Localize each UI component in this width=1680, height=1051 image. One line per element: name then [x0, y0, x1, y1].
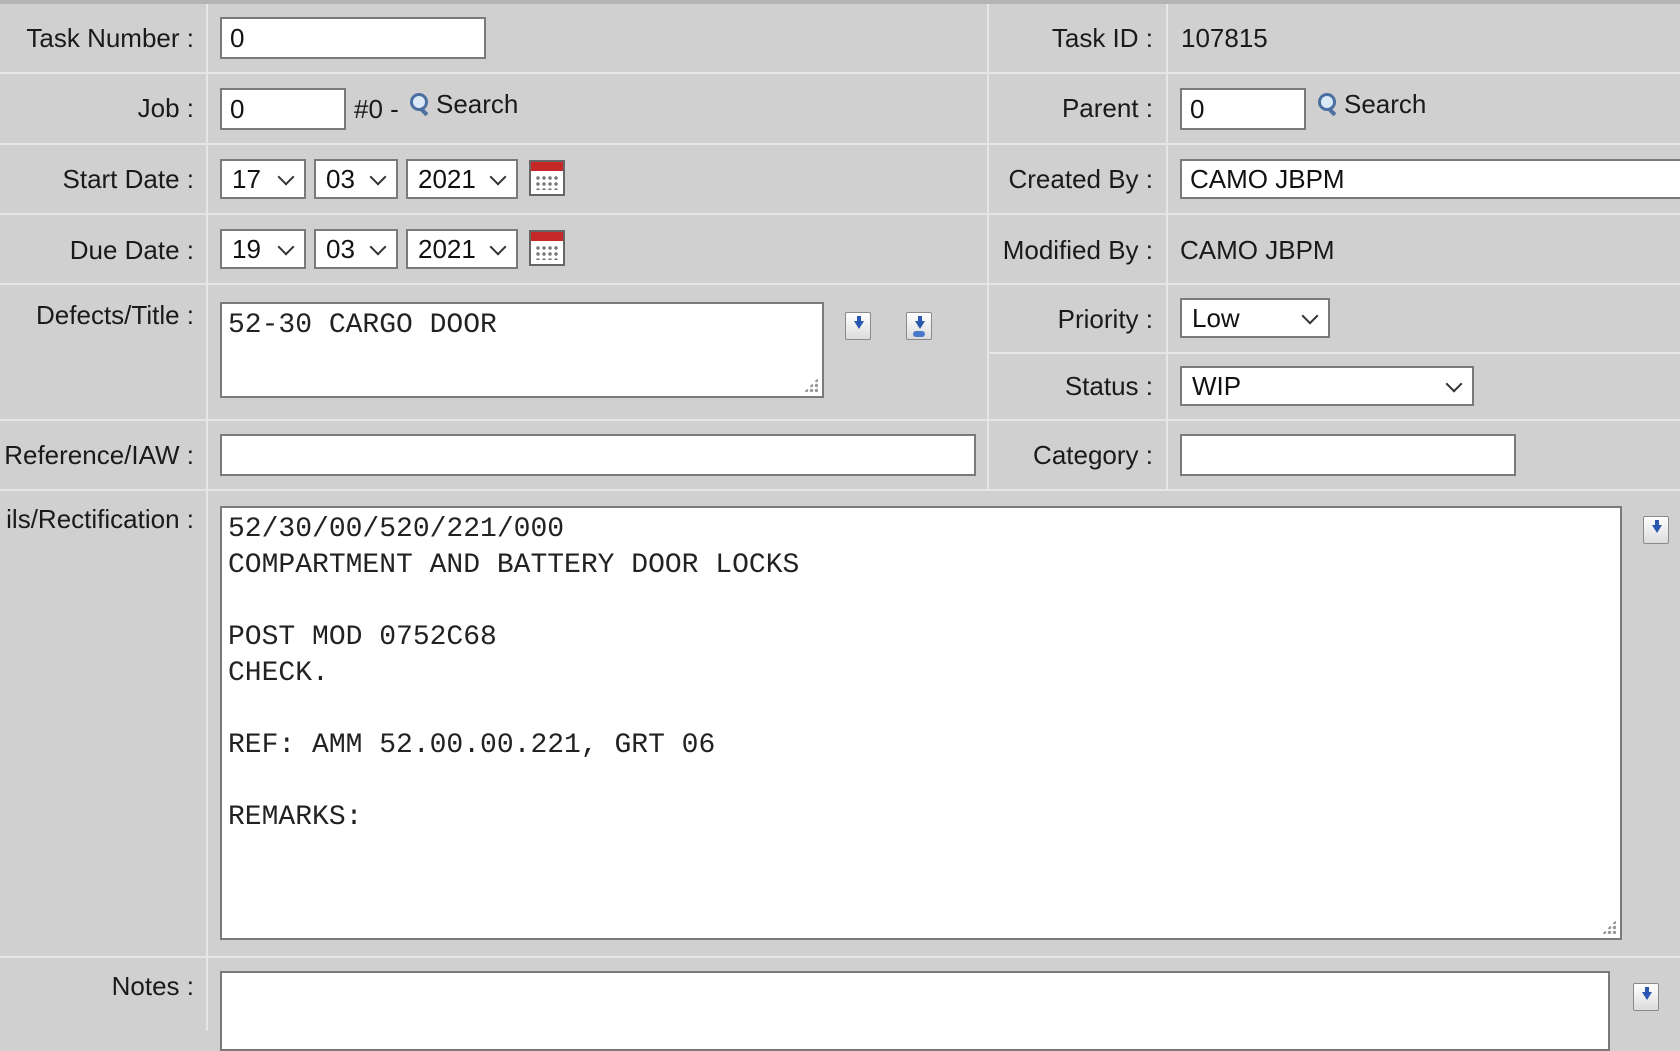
label-column-divider [206, 4, 208, 1031]
row-divider [0, 213, 1680, 215]
due-year-value: 2021 [418, 234, 476, 264]
insert-text-icon[interactable] [845, 312, 871, 340]
status-value: WIP [1192, 371, 1242, 401]
row-divider [988, 352, 1680, 354]
row-divider [0, 956, 1680, 958]
job-label: Job : [137, 93, 194, 123]
row-divider [0, 489, 1680, 491]
row-divider [0, 143, 1680, 145]
insert-text-icon[interactable] [1643, 516, 1669, 544]
start-day-value: 17 [232, 164, 261, 194]
parent-label: Parent : [1061, 93, 1153, 123]
start-month-select[interactable]: 03 [314, 159, 398, 199]
start-month-value: 03 [326, 164, 355, 194]
insert-template-icon[interactable] [906, 312, 932, 340]
chevron-down-icon [277, 168, 295, 186]
due-day-select[interactable]: 19 [220, 229, 306, 269]
priority-select[interactable]: Low [1180, 298, 1330, 338]
reference-input[interactable] [220, 434, 976, 476]
defects-title-text: 52-30 CARGO DOOR [228, 310, 497, 341]
status-label: Status : [1064, 371, 1153, 401]
chevron-down-icon [1445, 375, 1463, 393]
right-label-divider [1166, 4, 1168, 489]
task-id-value: 107815 [1181, 23, 1268, 53]
due-year-select[interactable]: 2021 [406, 229, 518, 269]
parent-search-label: Search [1344, 89, 1427, 119]
priority-label: Priority : [1057, 304, 1153, 334]
chevron-down-icon [489, 238, 507, 256]
start-day-select[interactable]: 17 [220, 159, 306, 199]
insert-text-icon[interactable] [1633, 983, 1659, 1011]
resize-grip-icon[interactable] [804, 378, 818, 392]
defects-title-textarea[interactable]: 52-30 CARGO DOOR [220, 302, 824, 398]
chevron-down-icon [369, 238, 387, 256]
due-day-value: 19 [232, 234, 261, 264]
details-rectification-text: 52/30/00/520/221/000 COMPARTMENT AND BAT… [228, 514, 800, 833]
task-id-label: Task ID : [1051, 23, 1153, 53]
parent-search-link[interactable]: Search [1316, 89, 1426, 119]
row-divider [0, 419, 1680, 421]
top-border [0, 0, 1680, 4]
row-divider [0, 72, 1680, 74]
chevron-down-icon [1301, 307, 1319, 325]
notes-label: Notes : [111, 971, 194, 1001]
center-column-divider [987, 4, 989, 489]
search-icon [408, 92, 432, 117]
start-date-label: Start Date : [62, 164, 195, 194]
job-search-label: Search [436, 89, 519, 119]
defects-title-label: Defects/Title : [36, 300, 194, 330]
created-by-input[interactable]: CAMO JBPM [1180, 159, 1680, 199]
details-rectification-textarea[interactable]: 52/30/00/520/221/000 COMPARTMENT AND BAT… [220, 506, 1622, 940]
priority-value: Low [1192, 303, 1240, 333]
details-rectification-label: ils/Rectification : [6, 504, 194, 534]
resize-grip-icon[interactable] [1602, 920, 1616, 934]
start-year-select[interactable]: 2021 [406, 159, 518, 199]
status-select[interactable]: WIP [1180, 366, 1474, 406]
calendar-icon[interactable] [529, 230, 565, 266]
due-date-label: Due Date : [69, 235, 194, 265]
chevron-down-icon [369, 168, 387, 186]
reference-label: Reference/IAW : [4, 440, 194, 470]
created-by-label: Created By : [1008, 164, 1153, 194]
task-number-input[interactable]: 0 [220, 17, 486, 59]
job-search-link[interactable]: Search [408, 89, 518, 119]
modified-by-value: CAMO JBPM [1180, 235, 1335, 265]
due-month-select[interactable]: 03 [314, 229, 398, 269]
job-input[interactable]: 0 [220, 88, 346, 130]
category-input[interactable] [1180, 434, 1516, 476]
modified-by-label: Modified By : [1002, 235, 1153, 265]
parent-input[interactable]: 0 [1180, 88, 1306, 130]
category-label: Category : [1033, 440, 1153, 470]
job-number-text: #0 - [354, 94, 399, 124]
due-month-value: 03 [326, 234, 355, 264]
notes-textarea[interactable] [220, 971, 1610, 1051]
calendar-icon[interactable] [529, 160, 565, 196]
task-number-label: Task Number : [26, 23, 194, 53]
start-year-value: 2021 [418, 164, 476, 194]
search-icon [1316, 92, 1340, 117]
row-divider [0, 283, 1680, 285]
chevron-down-icon [489, 168, 507, 186]
chevron-down-icon [277, 238, 295, 256]
